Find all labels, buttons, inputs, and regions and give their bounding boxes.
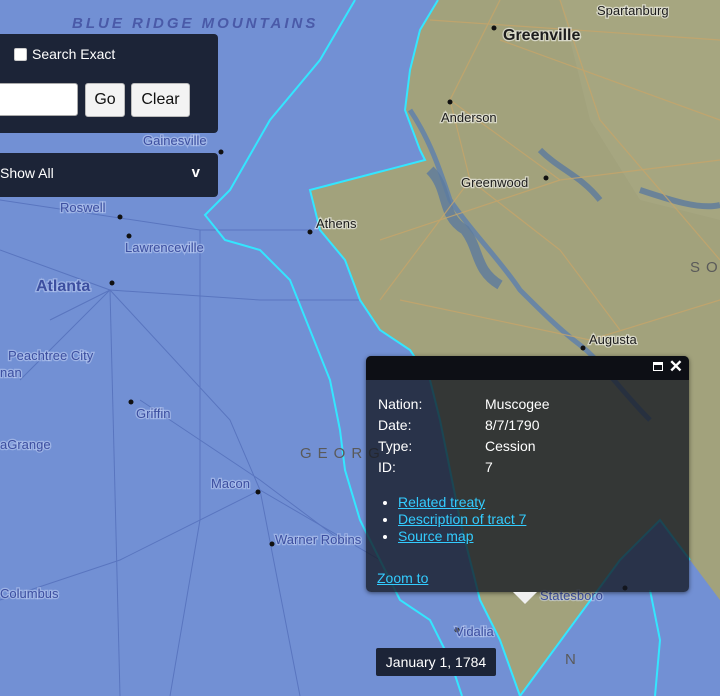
place-peachtree: Peachtree City: [8, 348, 94, 363]
popup-value-id: 7: [485, 459, 493, 475]
feature-popup: ✕ Nation: Muscogee Date: 8/7/1790 Type: …: [366, 356, 689, 604]
place-lawrenceville: Lawrenceville: [125, 240, 204, 255]
list-item: Source map: [398, 528, 526, 545]
state-label-sc: SO: [690, 259, 720, 276]
list-item: Related treaty: [398, 494, 526, 511]
timeline-date-label: January 1, 1784: [376, 648, 496, 676]
place-nan: nan: [0, 365, 22, 380]
maximize-icon[interactable]: [653, 362, 663, 371]
popup-value-nation: Muscogee: [485, 396, 550, 412]
popup-value-type: Cession: [485, 438, 536, 454]
place-spartanburg: Spartanburg: [597, 3, 669, 18]
search-input[interactable]: [0, 83, 78, 116]
place-anderson: Anderson: [441, 110, 497, 125]
place-greenville: Greenville: [503, 27, 580, 44]
related-treaty-link[interactable]: Related treaty: [398, 494, 485, 510]
popup-pointer: [513, 592, 537, 604]
place-griffin: Griffin: [136, 406, 170, 421]
popup-titlebar: ✕: [366, 356, 689, 380]
place-warner-robins: Warner Robins: [275, 532, 362, 547]
region-label: BLUE RIDGE MOUNTAINS: [72, 15, 318, 32]
popup-key-id: ID:: [378, 459, 396, 475]
go-button[interactable]: Go: [85, 83, 125, 117]
popup-key-type: Type:: [378, 438, 413, 454]
place-augusta: Augusta: [589, 332, 637, 347]
place-atlanta: Atlanta: [36, 278, 90, 295]
search-exact-label: Search Exact: [32, 46, 116, 62]
chevron-down-icon: v: [191, 164, 200, 181]
search-exact-option[interactable]: Search Exact: [14, 46, 115, 62]
close-icon[interactable]: ✕: [669, 357, 683, 377]
source-map-link[interactable]: Source map: [398, 528, 473, 544]
place-gainesville: Gainesville: [143, 133, 207, 148]
popup-key-date: Date:: [378, 417, 412, 433]
filter-selected-value: Show All: [0, 165, 54, 181]
clear-button[interactable]: Clear: [131, 83, 190, 117]
place-athens: Athens: [316, 216, 357, 231]
search-panel: Search Exact Go Clear: [0, 34, 218, 133]
place-greenwood: Greenwood: [461, 175, 528, 190]
popup-key-nation: Nation:: [378, 396, 423, 412]
popup-links: Related treaty Description of tract 7 So…: [382, 494, 526, 545]
tract-description-link[interactable]: Description of tract 7: [398, 511, 526, 527]
popup-value-date: 8/7/1790: [485, 417, 540, 433]
filter-dropdown[interactable]: Show All v: [0, 153, 218, 197]
place-columbus: Columbus: [0, 586, 59, 601]
place-roswell: Roswell: [60, 200, 106, 215]
list-item: Description of tract 7: [398, 511, 526, 528]
state-label-n: N: [565, 651, 582, 668]
place-macon: Macon: [211, 476, 250, 491]
search-exact-checkbox[interactable]: [14, 47, 27, 61]
place-vidalia: Vidalia: [455, 624, 495, 639]
zoom-to-link[interactable]: Zoom to: [377, 570, 428, 586]
place-lagrange: aGrange: [0, 437, 51, 452]
